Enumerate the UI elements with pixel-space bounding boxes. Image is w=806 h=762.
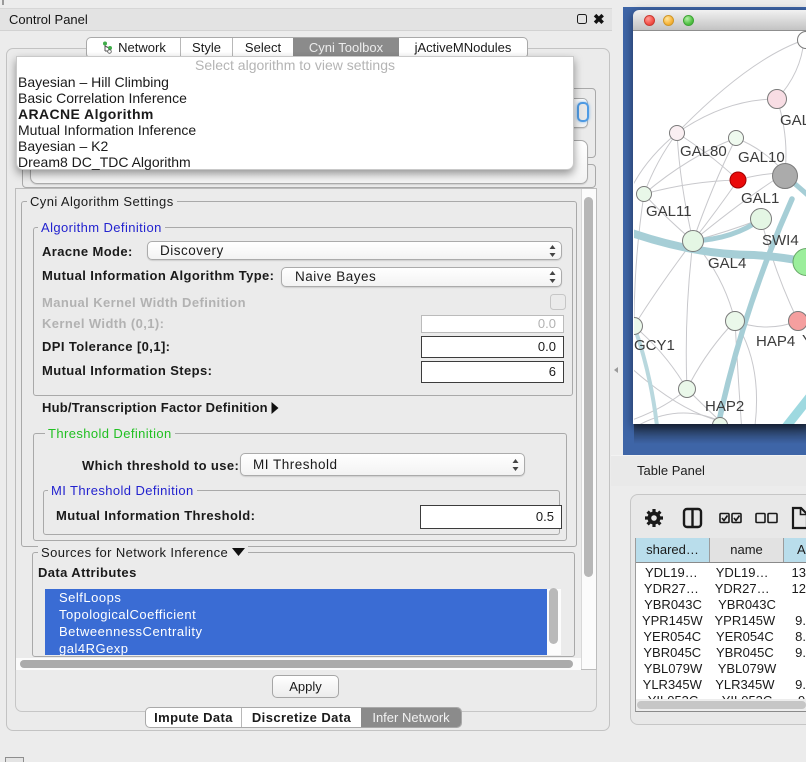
svg-text:GAL4: GAL4: [708, 255, 746, 272]
svg-text:HAP4: HAP4: [756, 333, 795, 350]
svg-text:GAL10: GAL10: [738, 149, 785, 166]
svg-text:GAL1: GAL1: [741, 190, 779, 207]
svg-text:Y: Y: [802, 332, 806, 349]
svg-text:GAL7: GAL7: [780, 112, 806, 129]
svg-text:SWI4: SWI4: [762, 232, 799, 249]
svg-text:GAL80: GAL80: [680, 143, 727, 160]
svg-text:HAP2: HAP2: [705, 398, 744, 415]
svg-text:GCY1: GCY1: [634, 337, 675, 354]
svg-text:GAL11: GAL11: [646, 203, 692, 220]
